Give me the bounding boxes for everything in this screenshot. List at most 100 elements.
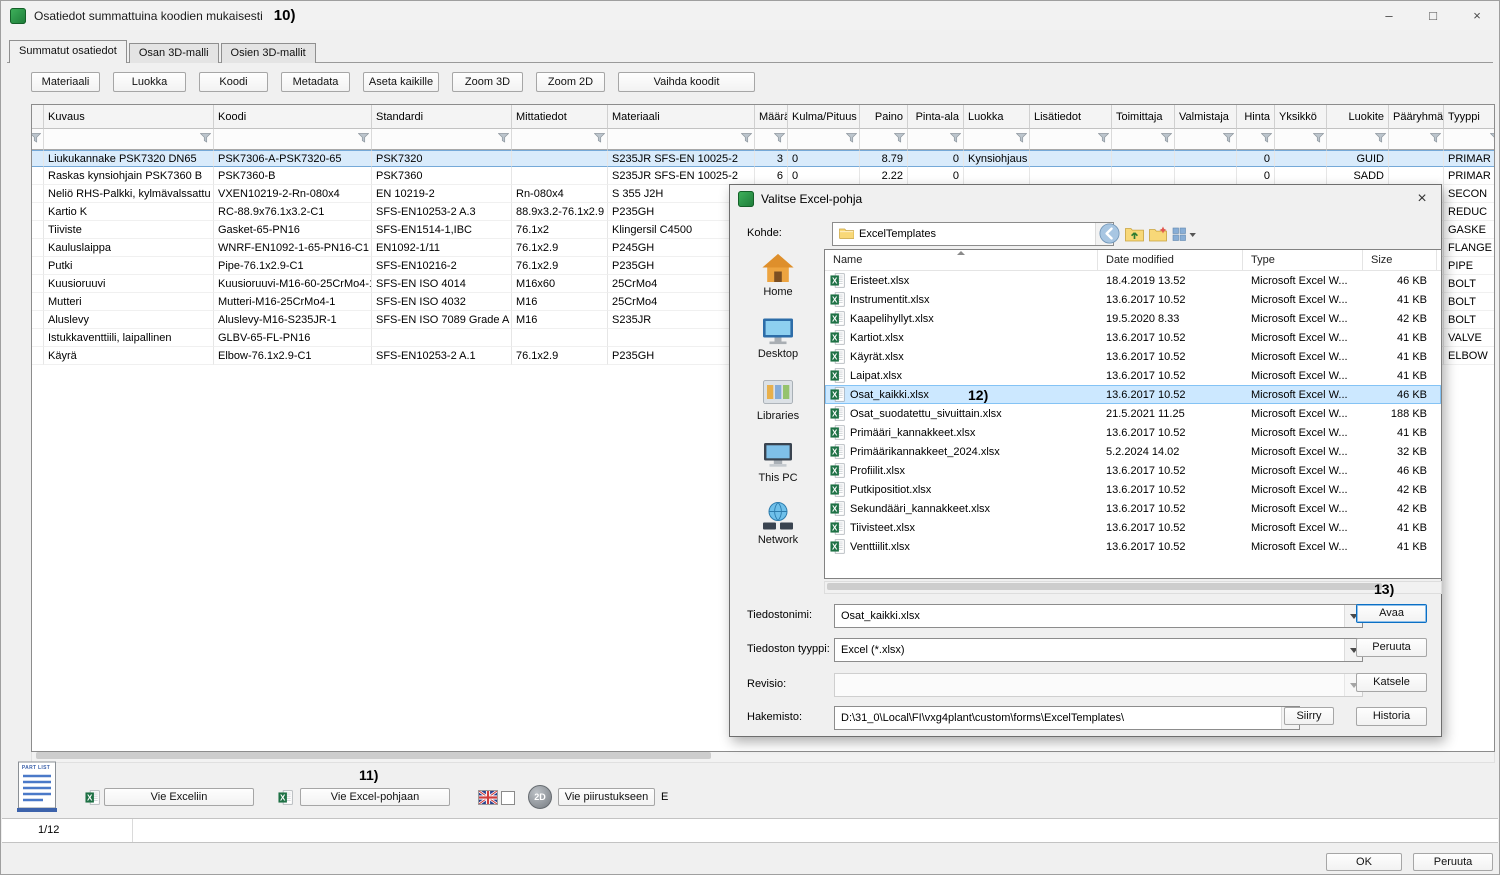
column-header-pinta-ala[interactable]: Pinta-ala <box>908 105 964 129</box>
file-row[interactable]: XKaapelihyllyt.xlsx19.5.2020 8.33Microso… <box>825 309 1441 328</box>
file-row[interactable]: XTiivisteet.xlsx13.6.2017 10.52Microsoft… <box>825 518 1441 537</box>
filter-cell[interactable] <box>1175 129 1237 150</box>
filter-cell[interactable] <box>1112 129 1175 150</box>
toolbar-button-vaihda-koodit[interactable]: Vaihda koodit <box>618 72 755 92</box>
close-button[interactable]: × <box>1455 1 1499 30</box>
filter-icon[interactable] <box>1223 133 1234 143</box>
filename-combobox[interactable]: Osat_kaikki.xlsx <box>834 604 1363 628</box>
column-header-mittatiedot[interactable]: Mittatiedot <box>512 105 608 129</box>
file-list-scrollbar-thumb[interactable] <box>827 583 1382 590</box>
toolbar-button-koodi[interactable]: Koodi <box>199 72 268 92</box>
scrollbar-thumb[interactable] <box>36 752 711 759</box>
filter-icon[interactable] <box>31 133 41 143</box>
dialog-close-button[interactable]: × <box>1409 188 1435 210</box>
file-row[interactable]: XKartiot.xlsx13.6.2017 10.52Microsoft Ex… <box>825 328 1441 347</box>
toolbar-button-zoom-3d[interactable]: Zoom 3D <box>452 72 523 92</box>
tab-summatut-osatiedot[interactable]: Summatut osatiedot <box>9 40 127 63</box>
filter-icon[interactable] <box>1161 133 1172 143</box>
file-row[interactable]: XPrimääri_kannakkeet.xlsx13.6.2017 10.52… <box>825 423 1441 442</box>
column-header-paino[interactable]: Paino <box>860 105 908 129</box>
english-checkbox[interactable] <box>501 791 515 805</box>
column-header-materiaali[interactable]: Materiaali <box>608 105 755 129</box>
filetype-combobox[interactable]: Excel (*.xlsx) <box>834 638 1363 662</box>
open-button[interactable]: Avaa <box>1356 604 1427 623</box>
sidebar-item-desktop[interactable]: Desktop <box>736 315 820 360</box>
filter-icon[interactable] <box>741 133 752 143</box>
file-row[interactable]: XPutkipositiot.xlsx13.6.2017 10.52Micros… <box>825 480 1441 499</box>
file-list-column-name[interactable]: Name <box>825 250 1098 270</box>
filter-icon[interactable] <box>846 133 857 143</box>
filter-cell[interactable] <box>32 129 44 150</box>
file-list-column-date-modified[interactable]: Date modified <box>1098 250 1243 270</box>
export-to-excel-button[interactable]: Vie Exceliin <box>104 788 254 806</box>
file-list-column-type[interactable]: Type <box>1243 250 1363 270</box>
dialog-cancel-button[interactable]: Peruuta <box>1356 638 1427 657</box>
column-header-m-r[interactable]: Määrä <box>755 105 788 129</box>
go-button[interactable]: Siirry <box>1284 707 1334 725</box>
toolbar-button-metadata[interactable]: Metadata <box>281 72 350 92</box>
sidebar-item-home[interactable]: Home <box>736 253 820 298</box>
tab-osien-3d-mallit[interactable]: Osien 3D-mallit <box>221 43 316 63</box>
file-row[interactable]: XPrimäärikannakkeet_2024.xlsx5.2.2024 14… <box>825 442 1441 461</box>
part-list-icon[interactable]: PART LIST <box>16 761 58 813</box>
toolbar-button-materiaali[interactable]: Materiaali <box>31 72 100 92</box>
column-header-yksikk[interactable]: Yksikkö <box>1275 105 1327 129</box>
file-row[interactable]: XInstrumentit.xlsx13.6.2017 10.52Microso… <box>825 290 1441 309</box>
filter-cell[interactable] <box>44 129 214 150</box>
filter-icon[interactable] <box>1098 133 1109 143</box>
file-row[interactable]: XOsat_kaikki.xlsx13.6.2017 10.52Microsof… <box>825 385 1441 404</box>
minimize-button[interactable]: – <box>1367 1 1411 30</box>
column-header-lis-tiedot[interactable]: Lisätiedot <box>1030 105 1112 129</box>
views-menu-button[interactable] <box>1171 222 1199 245</box>
maximize-button[interactable]: □ <box>1411 1 1455 30</box>
filter-icon[interactable] <box>774 133 785 143</box>
filter-cell[interactable] <box>1327 129 1389 150</box>
filter-icon[interactable] <box>894 133 905 143</box>
file-row[interactable]: XKäyrät.xlsx13.6.2017 10.52Microsoft Exc… <box>825 347 1441 366</box>
history-button[interactable]: Historia <box>1356 707 1427 726</box>
filter-icon[interactable] <box>498 133 509 143</box>
filter-icon[interactable] <box>1313 133 1324 143</box>
sidebar-item-network[interactable]: Network <box>736 501 820 546</box>
column-header-kulma-pituus[interactable]: Kulma/Pituus <box>788 105 860 129</box>
2d-icon[interactable]: 2D <box>528 785 552 809</box>
filter-cell[interactable] <box>1030 129 1112 150</box>
file-row[interactable]: XProfiilit.xlsx13.6.2017 10.52Microsoft … <box>825 461 1441 480</box>
file-list-column-size[interactable]: Size <box>1363 250 1437 270</box>
filter-icon[interactable] <box>200 133 211 143</box>
column-header-hinta[interactable]: Hinta <box>1237 105 1275 129</box>
filter-cell[interactable] <box>908 129 964 150</box>
column-header-p-ryhm[interactable]: Pääryhmä <box>1389 105 1444 129</box>
filter-cell[interactable] <box>214 129 372 150</box>
file-list-scrollbar[interactable] <box>824 581 1442 594</box>
filter-cell[interactable] <box>1237 129 1275 150</box>
cancel-button[interactable]: Peruuta <box>1413 853 1493 871</box>
column-header-luokite[interactable]: Luokite <box>1327 105 1389 129</box>
back-button[interactable] <box>1098 222 1121 245</box>
column-header-kuvaus[interactable]: Kuvaus <box>44 105 214 129</box>
toolbar-button-aseta-kaikille[interactable]: Aseta kaikille <box>363 72 439 92</box>
filter-icon[interactable] <box>1261 133 1272 143</box>
filter-icon[interactable] <box>1375 133 1386 143</box>
new-folder-button[interactable] <box>1147 222 1170 245</box>
filter-cell[interactable] <box>372 129 512 150</box>
table-row[interactable]: Raskas kynsiohjain PSK7360 BPSK7360-BPSK… <box>32 167 1495 185</box>
export-to-drawing-button[interactable]: Vie piirustukseen <box>558 788 655 806</box>
filter-icon[interactable] <box>1016 133 1027 143</box>
filter-cell[interactable] <box>512 129 608 150</box>
filter-icon[interactable] <box>358 133 369 143</box>
file-row[interactable]: XLaipat.xlsx13.6.2017 10.52Microsoft Exc… <box>825 366 1441 385</box>
filter-cell[interactable] <box>1444 129 1495 150</box>
filter-cell[interactable] <box>755 129 788 150</box>
filter-icon[interactable] <box>1430 133 1441 143</box>
tab-osan-3d-malli[interactable]: Osan 3D-malli <box>129 43 219 63</box>
view-button[interactable]: Katsele <box>1356 673 1427 692</box>
filter-cell[interactable] <box>964 129 1030 150</box>
file-row[interactable]: XOsat_suodatettu_sivuittain.xlsx21.5.202… <box>825 404 1441 423</box>
column-header-tyyppi[interactable]: Tyyppi <box>1444 105 1495 129</box>
column-header-indicator[interactable] <box>32 105 44 129</box>
up-one-level-button[interactable] <box>1123 222 1146 245</box>
filter-cell[interactable] <box>1275 129 1327 150</box>
toolbar-button-luokka[interactable]: Luokka <box>113 72 186 92</box>
file-row[interactable]: XVenttiilit.xlsx13.6.2017 10.52Microsoft… <box>825 537 1441 556</box>
